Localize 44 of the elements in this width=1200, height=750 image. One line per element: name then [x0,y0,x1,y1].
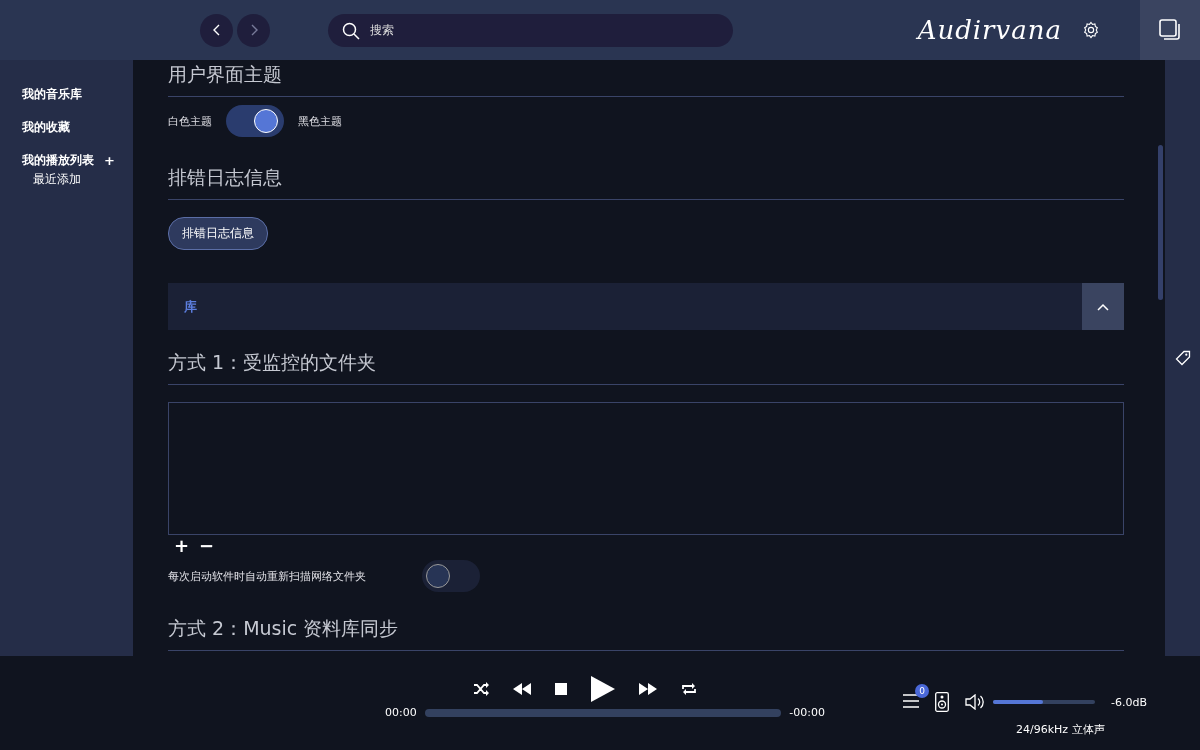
window-mode-button[interactable] [1140,0,1200,60]
sidebar-item[interactable]: 我的音乐库 [22,86,82,103]
sidebar-item[interactable]: 我的播放列表 [22,152,94,169]
search-icon [342,21,360,40]
settings-icon[interactable] [1082,21,1100,39]
overlapping-squares-icon [1159,19,1181,41]
back-button[interactable] [200,13,233,47]
playlist-item[interactable]: 最近添加 [33,171,133,188]
volume-slider[interactable] [993,700,1095,704]
remaining-time: -00:00 [789,706,825,719]
play-icon[interactable] [591,676,615,702]
section-title: 库 [184,297,197,316]
repeat-icon[interactable] [681,682,697,696]
fast-forward-icon[interactable] [639,683,657,695]
section-heading: 方式 2：Music 资料库同步 [168,596,1124,651]
chevron-icon [1097,302,1109,311]
toggle-label: 白色主题 [168,113,212,129]
theme-toggle[interactable] [226,105,284,137]
log-button[interactable]: 排错日志信息 [168,217,268,250]
remove-folder-button[interactable]: − [197,535,217,556]
speaker-icon[interactable] [935,692,949,712]
rescan-toggle[interactable] [422,560,480,592]
queue-count-badge: 0 [915,683,929,698]
audio-format-label: 24/96kHz 立体声 [1016,722,1106,737]
rewind-icon[interactable] [513,683,531,695]
section-header-bar[interactable]: 库 [168,283,1124,330]
sidebar-item[interactable]: 我的收藏 [22,119,70,136]
queue-list-icon[interactable] [903,693,919,708]
add-playlist-button[interactable]: + [104,153,115,168]
elapsed-time: 00:00 [385,706,417,719]
chevron-left-icon [211,24,222,36]
app-logo: Audirvana [917,15,1062,45]
section-heading: 方式 1：受监控的文件夹 [168,330,1124,385]
volume-icon[interactable] [965,694,985,710]
toggle-label: 黑色主题 [298,113,342,129]
section-heading: 排错日志信息 [168,145,1124,200]
scrollbar-thumb[interactable] [1158,145,1163,300]
search-field[interactable]: 搜索 [328,13,733,47]
volume-reading: -6.0dB [1111,695,1147,709]
section-heading: 用户界面主题 [168,60,1124,97]
toggle-label: 每次启动软件时自动重新扫描网络文件夹 [168,568,366,584]
shuffle-icon[interactable] [473,682,489,696]
tag-icon[interactable] [1175,350,1191,366]
add-folder-button[interactable]: + [172,535,192,556]
